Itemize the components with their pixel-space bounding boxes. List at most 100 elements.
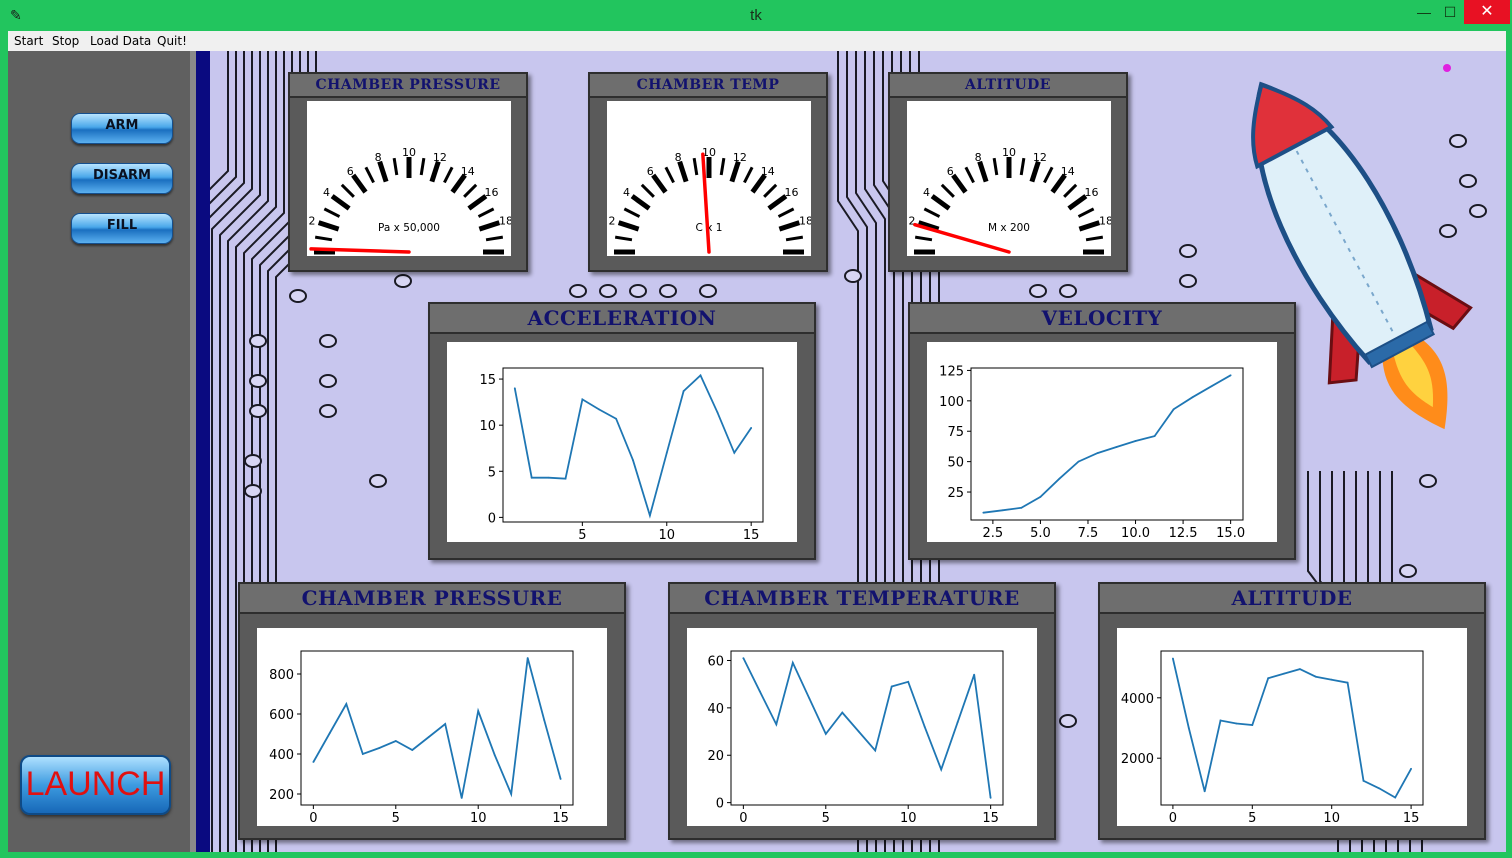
y-tick-label: 20: [707, 749, 724, 764]
chart-title: CHAMBER PRESSURE: [240, 584, 624, 614]
series-line: [742, 657, 992, 799]
chart-title: ALTITUDE: [1100, 584, 1484, 614]
y-tick-label: 75: [947, 425, 964, 440]
gauge-tick-label: 6: [647, 165, 654, 178]
circuit-pad: [1029, 284, 1047, 298]
data-point: [824, 733, 827, 735]
circuit-pad: [1059, 284, 1077, 298]
altitude-chart: 0 5 10 15 2000 4000: [1121, 650, 1424, 826]
gauge-tick: [992, 157, 999, 176]
data-point: [716, 411, 719, 414]
arm-button[interactable]: ARM: [71, 113, 173, 144]
launch-button[interactable]: LAUNCH: [20, 755, 171, 815]
chart-title: CHAMBER TEMPERATURE: [670, 584, 1054, 614]
circuit-pad: [844, 269, 862, 283]
series-line: [312, 657, 562, 799]
fill-button[interactable]: FILL: [71, 213, 173, 244]
gauge-tick: [1019, 157, 1026, 176]
maximize-icon[interactable]: ☐: [1436, 0, 1464, 24]
circuit-pad: [244, 454, 262, 468]
data-point: [956, 721, 959, 723]
gauge-tick: [467, 194, 488, 211]
gauge-tick: [940, 183, 955, 198]
gauge-chamber-temp: 2468 10 12141618C x 1: [608, 146, 813, 255]
x-tick-label: 7.5: [1078, 526, 1099, 541]
data-point: [427, 736, 430, 738]
gauge-tick-label: 12: [733, 151, 747, 164]
y-tick-label: 0: [716, 797, 724, 812]
plot-frame: [1160, 650, 1424, 806]
menu-start[interactable]: Start: [14, 34, 43, 48]
data-point: [699, 374, 702, 377]
gauge-tick: [763, 183, 778, 198]
gauge-title: CHAMBER TEMP: [590, 74, 826, 98]
data-point: [1346, 681, 1349, 684]
gauge-tick: [419, 157, 426, 176]
gauge-tick: [377, 160, 389, 183]
chamber-pressure-chart: 0 5 10 15 200 400 600 800: [269, 650, 574, 826]
circuit-pad: [1179, 274, 1197, 288]
y-tick-label: 0: [488, 511, 496, 526]
x-tick-label: 5: [822, 811, 830, 826]
gauge-tick: [677, 160, 689, 183]
data-point: [547, 476, 550, 479]
x-tick-label: 5.0: [1030, 526, 1051, 541]
circuit-pad: [249, 334, 267, 348]
x-tick-label: 15: [1403, 811, 1420, 826]
gauge-tick-label: 12: [433, 151, 447, 164]
data-point: [874, 749, 877, 752]
close-icon[interactable]: ✕: [1464, 0, 1510, 24]
y-tick-label: 40: [707, 702, 724, 717]
circuit-pad: [289, 289, 307, 303]
gauge-tick: [429, 160, 441, 183]
data-point: [1020, 506, 1023, 509]
gauge-tick: [923, 207, 941, 218]
data-point: [460, 797, 463, 799]
data-point: [543, 719, 546, 721]
circuit-pad: [629, 284, 647, 298]
data-point: [1330, 678, 1333, 681]
data-point: [733, 451, 736, 454]
data-point: [564, 477, 567, 480]
menu-stop[interactable]: Stop: [52, 34, 79, 48]
gauge-title: CHAMBER PRESSURE: [290, 74, 526, 98]
minimize-icon[interactable]: —: [1410, 0, 1438, 24]
gauge-panel-chamber-temp: CHAMBER TEMP 2 4 6 8 10 12 14 16 18 C x 1: [588, 72, 828, 272]
circuit-pad: [244, 484, 262, 498]
data-point: [1210, 385, 1213, 388]
y-tick-label: 5: [488, 465, 496, 480]
gauge-tick: [485, 235, 504, 242]
gauge-panel-chamber-pressure: CHAMBER PRESSURE 2 4 6 8 10 12 14 16 18 Pa x 50,0…: [288, 72, 528, 272]
y-tick-label: 60: [707, 654, 724, 669]
blue-divider: [196, 51, 210, 852]
y-tick-label: 10: [479, 419, 496, 434]
data-point: [940, 768, 943, 771]
circuit-pad: [569, 284, 587, 298]
gauge-tick: [323, 207, 341, 218]
gauge-tick: [314, 235, 333, 242]
circuit-pad: [369, 474, 387, 488]
main-canvas: ARM DISARM FILL LAUNCH CHAMBER PRESSURE …: [8, 51, 1506, 852]
menu-load-data[interactable]: Load Data: [90, 34, 151, 48]
data-point: [411, 749, 414, 751]
data-point: [394, 740, 397, 742]
data-point: [982, 511, 985, 514]
gauge-tick-label: 18: [1099, 214, 1111, 227]
data-point: [1077, 460, 1080, 463]
data-point: [1235, 722, 1238, 725]
chart-title: ACCELERATION: [430, 304, 814, 334]
menu-quit[interactable]: Quit!: [157, 34, 187, 48]
chart-panel-altitude: ALTITUDE 0 5 10 15 2000 4000: [1098, 582, 1486, 840]
y-tick-label: 200: [269, 788, 294, 803]
data-point: [1299, 668, 1301, 671]
gauge-tick: [614, 235, 633, 242]
data-point: [1283, 672, 1285, 675]
chamber-temperature-chart: 0 5 10 15 0 20 40 60: [707, 650, 1004, 826]
disarm-button[interactable]: DISARM: [71, 163, 173, 194]
data-point: [598, 408, 601, 411]
gauge-tick-label: 2: [308, 214, 315, 227]
circuit-pad: [319, 334, 337, 348]
gauge-tick: [719, 157, 726, 176]
gauge-unit-label: M x 200: [988, 222, 1030, 234]
data-point: [513, 387, 516, 390]
